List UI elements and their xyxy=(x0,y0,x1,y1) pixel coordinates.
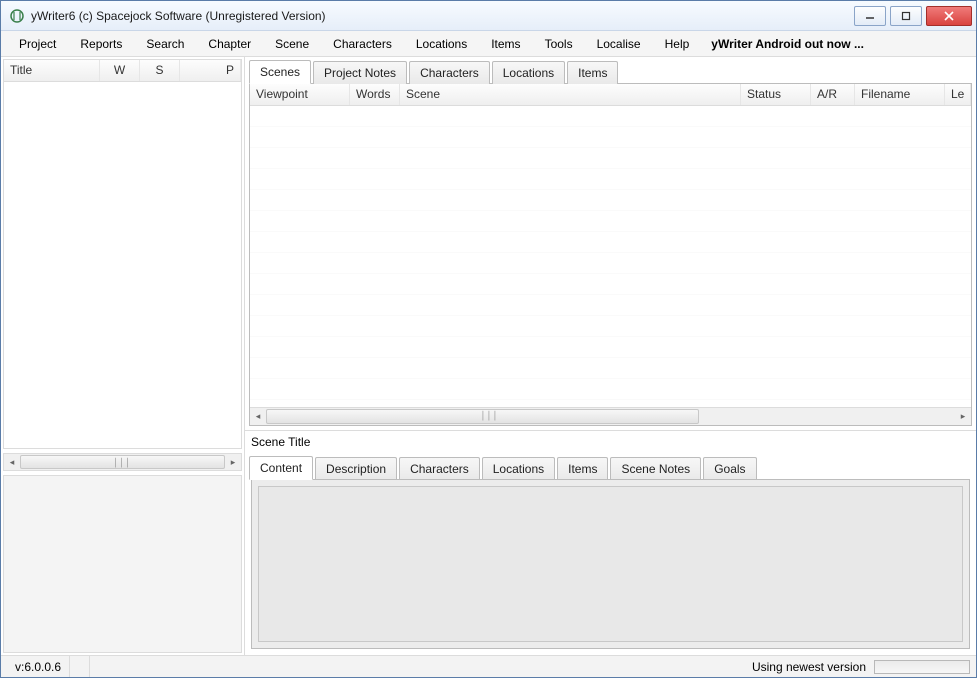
content-textarea[interactable] xyxy=(258,486,963,642)
tab-items[interactable]: Items xyxy=(567,61,618,84)
status-update-text: Using newest version xyxy=(752,660,866,674)
app-icon xyxy=(9,8,25,24)
scroll-grip-icon: │││ xyxy=(481,411,499,420)
detail-tab-content[interactable]: Content xyxy=(249,456,313,480)
menu-promo[interactable]: yWriter Android out now ... xyxy=(701,33,874,55)
window-buttons xyxy=(854,6,972,26)
scene-detail: Scene Title Content Description Characte… xyxy=(245,430,976,655)
menu-items[interactable]: Items xyxy=(479,33,532,55)
menu-characters[interactable]: Characters xyxy=(321,33,404,55)
titlebar: yWriter6 (c) Spacejock Software (Unregis… xyxy=(1,1,976,31)
scene-hscrollbar[interactable]: ◂ │││ ▸ xyxy=(250,407,971,425)
scene-table-body[interactable] xyxy=(250,106,971,407)
left-pane: Title W S P ◂ │││ ▸ xyxy=(1,57,245,655)
tab-locations[interactable]: Locations xyxy=(492,61,565,84)
menu-help[interactable]: Help xyxy=(653,33,702,55)
chapter-col-title[interactable]: Title xyxy=(4,60,100,81)
chapter-col-w[interactable]: W xyxy=(100,60,140,81)
scroll-right-icon[interactable]: ▸ xyxy=(225,454,241,470)
statusbar: v:6.0.0.6 Using newest version xyxy=(1,655,976,677)
detail-tab-characters[interactable]: Characters xyxy=(399,457,480,480)
menu-locations[interactable]: Locations xyxy=(404,33,479,55)
tab-project-notes[interactable]: Project Notes xyxy=(313,61,407,84)
menu-reports[interactable]: Reports xyxy=(68,33,134,55)
menu-search[interactable]: Search xyxy=(134,33,196,55)
status-empty-cell xyxy=(70,656,90,677)
scene-col-status[interactable]: Status xyxy=(741,84,811,105)
status-version: v:6.0.0.6 xyxy=(7,656,70,677)
status-progressbar xyxy=(874,660,970,674)
chapter-table: Title W S P xyxy=(3,59,242,449)
detail-tab-items[interactable]: Items xyxy=(557,457,608,480)
chapter-hscrollbar[interactable]: ◂ │││ ▸ xyxy=(3,453,242,471)
scene-table-panel: Viewpoint Words Scene Status A/R Filenam… xyxy=(249,83,972,426)
detail-tab-scene-notes[interactable]: Scene Notes xyxy=(610,457,701,480)
menu-chapter[interactable]: Chapter xyxy=(196,33,263,55)
menu-tools[interactable]: Tools xyxy=(533,33,585,55)
window-title: yWriter6 (c) Spacejock Software (Unregis… xyxy=(31,9,854,23)
app-window: yWriter6 (c) Spacejock Software (Unregis… xyxy=(0,0,977,678)
scene-title-label: Scene Title xyxy=(245,430,976,453)
tab-characters[interactable]: Characters xyxy=(409,61,490,84)
menu-scene[interactable]: Scene xyxy=(263,33,321,55)
chapter-table-body[interactable] xyxy=(4,82,241,448)
minimize-button[interactable] xyxy=(854,6,886,26)
upper-tabstrip: Scenes Project Notes Characters Location… xyxy=(245,57,976,83)
menubar: Project Reports Search Chapter Scene Cha… xyxy=(1,31,976,57)
scene-col-words[interactable]: Words xyxy=(350,84,400,105)
detail-tab-description[interactable]: Description xyxy=(315,457,397,480)
detail-tabstrip: Content Description Characters Locations… xyxy=(245,453,976,479)
right-pane: Scenes Project Notes Characters Location… xyxy=(245,57,976,655)
detail-tab-locations[interactable]: Locations xyxy=(482,457,555,480)
left-bottom-panel xyxy=(3,475,242,653)
scroll-right-icon[interactable]: ▸ xyxy=(955,408,971,425)
main-area: Title W S P ◂ │││ ▸ Scenes Project Notes… xyxy=(1,57,976,655)
chapter-col-p[interactable]: P xyxy=(180,60,241,81)
scene-col-le[interactable]: Le xyxy=(945,84,971,105)
scene-table-header: Viewpoint Words Scene Status A/R Filenam… xyxy=(250,84,971,106)
scene-col-viewpoint[interactable]: Viewpoint xyxy=(250,84,350,105)
chapter-table-header: Title W S P xyxy=(4,60,241,82)
detail-tab-goals[interactable]: Goals xyxy=(703,457,756,480)
scroll-left-icon[interactable]: ◂ xyxy=(4,454,20,470)
scene-col-ar[interactable]: A/R xyxy=(811,84,855,105)
tab-scenes[interactable]: Scenes xyxy=(249,60,311,84)
close-button[interactable] xyxy=(926,6,972,26)
menu-project[interactable]: Project xyxy=(7,33,68,55)
maximize-button[interactable] xyxy=(890,6,922,26)
detail-content-panel xyxy=(251,479,970,649)
scene-col-scene[interactable]: Scene xyxy=(400,84,741,105)
scroll-grip-icon: │││ xyxy=(114,458,132,467)
scene-col-filename[interactable]: Filename xyxy=(855,84,945,105)
scroll-left-icon[interactable]: ◂ xyxy=(250,408,266,425)
menu-localise[interactable]: Localise xyxy=(585,33,653,55)
chapter-col-s[interactable]: S xyxy=(140,60,180,81)
